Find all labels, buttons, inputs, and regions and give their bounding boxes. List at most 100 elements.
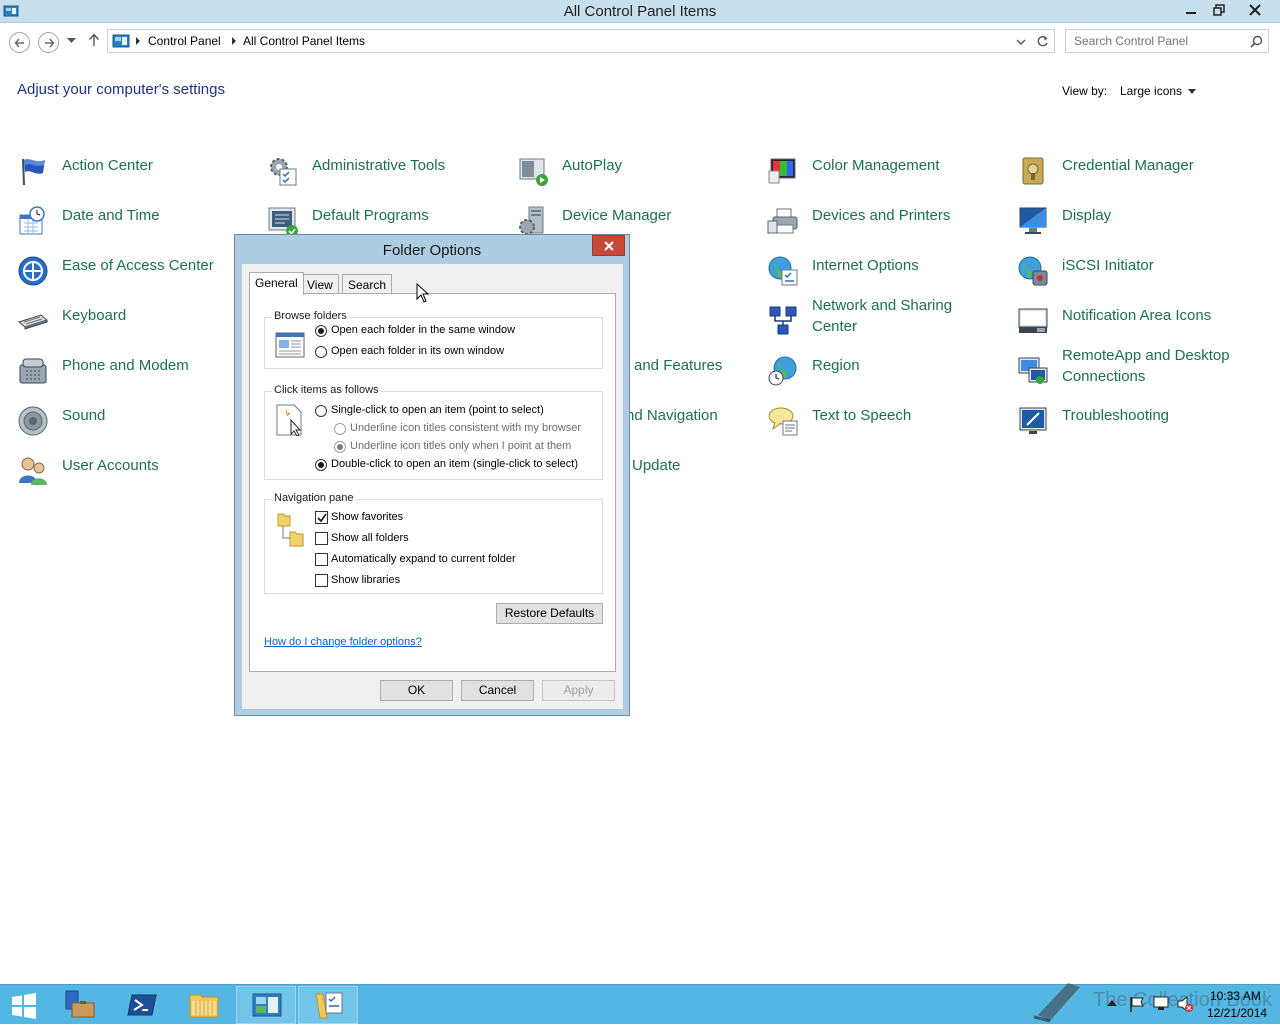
own-window-label[interactable]: Open each folder in its own window: [331, 345, 504, 357]
cp-item-color-management[interactable]: Color Management: [767, 155, 1012, 199]
cp-item-phone-and-modem[interactable]: Phone and Modem: [17, 355, 262, 399]
show-libraries-label[interactable]: Show libraries: [331, 574, 400, 586]
ok-button[interactable]: OK: [380, 680, 453, 701]
address-bar[interactable]: Control Panel All Control Panel Items: [107, 29, 1055, 53]
single-click-label[interactable]: Single-click to open an item (point to s…: [331, 404, 544, 416]
show-favorites-checkbox[interactable]: [315, 511, 328, 524]
arrow-left-icon: [14, 38, 24, 48]
flag-icon: [22, 158, 45, 186]
cp-item-display[interactable]: Display: [1017, 205, 1262, 249]
cp-item-administrative-tools[interactable]: Administrative Tools: [267, 155, 512, 199]
cp-item-label: Display: [1062, 207, 1112, 224]
restore-button[interactable]: [1205, 0, 1233, 20]
cp-item-text-to-speech[interactable]: Text to Speech: [767, 405, 1012, 449]
tab-search[interactable]: Search: [342, 274, 393, 295]
cp-item-devices-and-printers[interactable]: Devices and Printers: [767, 205, 1012, 249]
cp-item-label: Administrative Tools: [312, 157, 446, 174]
search-input[interactable]: [1067, 31, 1237, 51]
taskbar-server-manager[interactable]: [50, 986, 110, 1024]
speaker-muted-icon[interactable]: [1176, 995, 1194, 1013]
search-box[interactable]: [1065, 29, 1269, 53]
breadcrumb-all-items[interactable]: All Control Panel Items: [243, 34, 365, 48]
search-icon[interactable]: [1250, 35, 1263, 48]
show-libraries-checkbox[interactable]: [315, 574, 328, 587]
recent-locations-dropdown[interactable]: [67, 38, 76, 44]
double-click-label[interactable]: Double-click to open an item (single-cli…: [331, 458, 578, 470]
cp-item-user-accounts[interactable]: User Accounts: [17, 455, 262, 499]
control-panel-icon: [252, 993, 282, 1017]
minimize-button[interactable]: [1177, 0, 1205, 20]
cp-item-troubleshooting[interactable]: Troubleshooting: [1017, 405, 1262, 449]
cp-item-label: Sound: [62, 407, 106, 424]
taskbar-file-explorer[interactable]: [174, 986, 234, 1024]
show-all-folders-checkbox[interactable]: [315, 532, 328, 545]
close-button[interactable]: [1241, 0, 1269, 20]
network-tray-icon[interactable]: [1152, 995, 1170, 1013]
restore-defaults-button[interactable]: Restore Defaults: [496, 603, 603, 624]
minimize-icon: [1186, 12, 1196, 14]
auto-expand-label[interactable]: Automatically expand to current folder: [331, 553, 516, 565]
forward-button[interactable]: [38, 32, 59, 53]
taskbar-folder-options[interactable]: [298, 986, 358, 1024]
cp-item-label: Troubleshooting: [1062, 407, 1170, 424]
cp-item-region[interactable]: Region: [767, 355, 1012, 399]
cp-item-label: Notification Area Icons: [1062, 307, 1212, 324]
click-items-group: Click items as follows Single-click to o…: [264, 384, 603, 480]
own-window-radio[interactable]: [315, 346, 327, 358]
clock-time[interactable]: 10:33 AM: [1210, 989, 1261, 1003]
show-hidden-icons-icon[interactable]: [1107, 1000, 1117, 1006]
single-click-radio[interactable]: [315, 405, 327, 417]
clock-date[interactable]: 12/21/2014: [1207, 1006, 1267, 1020]
cp-item-credential-manager[interactable]: Credential Manager: [1017, 155, 1262, 199]
dialog-close-button[interactable]: [592, 235, 625, 256]
dialog-body: General View Search Browse folders Open …: [242, 264, 623, 709]
folder-tree-icon: [277, 513, 304, 547]
back-button[interactable]: [9, 32, 30, 53]
cp-item-date-and-time[interactable]: Date and Time: [17, 205, 262, 249]
view-by-dropdown[interactable]: Large icons: [1120, 84, 1182, 98]
speaker-icon: [18, 406, 48, 436]
auto-expand-checkbox[interactable]: [315, 553, 328, 566]
pointer-document-icon: [276, 404, 302, 436]
taskbar-control-panel[interactable]: [236, 986, 296, 1024]
printer-icon: [767, 208, 798, 234]
cp-item-autoplay[interactable]: AutoPlay: [517, 155, 762, 199]
window-title: All Control Panel Items: [563, 3, 717, 20]
up-arrow-icon[interactable]: [88, 33, 100, 47]
taskbar-powershell[interactable]: [112, 986, 172, 1024]
underline-browser-radio[interactable]: [334, 423, 346, 435]
cp-item-network-and-sharing[interactable]: Network and Sharing Center: [767, 295, 1012, 339]
refresh-icon[interactable]: [1036, 35, 1049, 48]
help-link[interactable]: How do I change folder options?: [264, 636, 422, 648]
apply-button[interactable]: Apply: [542, 680, 615, 701]
cp-item-ease-of-access[interactable]: Ease of Access Center: [17, 255, 262, 299]
same-window-radio[interactable]: [315, 325, 327, 337]
autoplay-icon: [519, 158, 548, 186]
chevron-down-icon[interactable]: [1016, 39, 1026, 46]
action-center-flag-icon[interactable]: [1129, 995, 1145, 1013]
underline-browser-label[interactable]: Underline icon titles consistent with my…: [350, 422, 581, 434]
show-all-folders-label[interactable]: Show all folders: [331, 532, 409, 544]
cp-item-keyboard[interactable]: Keyboard: [17, 305, 262, 349]
cp-item-label: Ease of Access Center: [62, 257, 214, 274]
tab-view[interactable]: View: [301, 274, 339, 295]
tab-general[interactable]: General: [249, 272, 304, 295]
book-logo-icon: [1033, 983, 1080, 1023]
cp-item-internet-options[interactable]: Internet Options: [767, 255, 1012, 299]
show-favorites-label[interactable]: Show favorites: [331, 511, 403, 523]
credential-vault-icon: [1022, 157, 1044, 185]
chevron-down-icon[interactable]: [1188, 89, 1196, 94]
double-click-radio[interactable]: [315, 459, 327, 471]
cancel-button[interactable]: Cancel: [461, 680, 534, 701]
cp-item-iscsi-initiator[interactable]: iSCSI Initiator: [1017, 255, 1262, 299]
cp-item-notification-area-icons[interactable]: Notification Area Icons: [1017, 305, 1262, 349]
taskbar: The Collection Book 10:33 AM 12/21/2014: [0, 983, 1280, 1024]
ease-of-access-icon: [18, 256, 48, 286]
same-window-label[interactable]: Open each folder in the same window: [331, 324, 515, 336]
underline-point-radio[interactable]: [334, 441, 346, 453]
cp-item-remoteapp[interactable]: RemoteApp and Desktop Connections: [1017, 345, 1262, 389]
underline-point-label[interactable]: Underline icon titles only when I point …: [350, 440, 571, 452]
cp-item-action-center[interactable]: Action Center: [17, 155, 262, 199]
breadcrumb-control-panel[interactable]: Control Panel: [148, 34, 221, 48]
cp-item-sound[interactable]: Sound: [17, 405, 262, 449]
